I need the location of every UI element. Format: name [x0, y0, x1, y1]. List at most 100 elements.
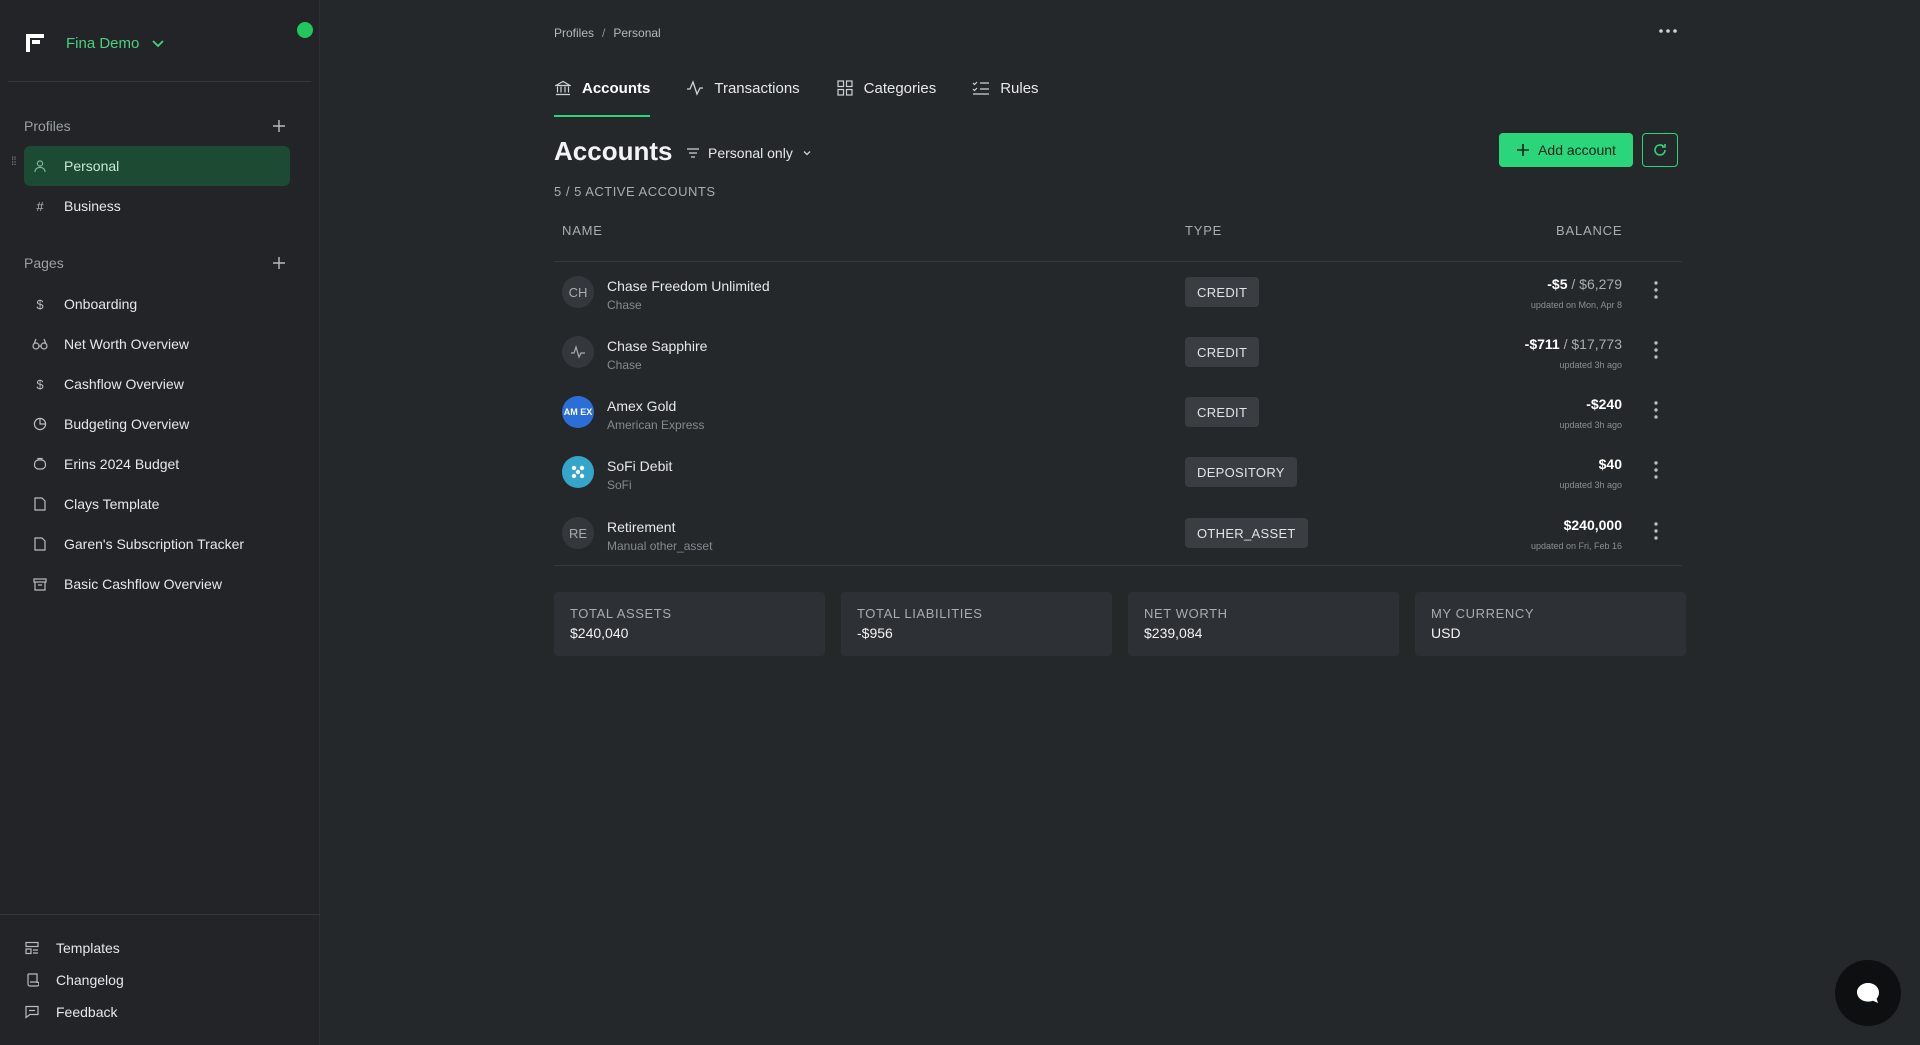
table-divider: [554, 565, 1682, 566]
updated-timestamp: updated 3h ago: [1559, 360, 1622, 370]
sidebar-item-personal[interactable]: Personal: [24, 146, 290, 186]
account-balance: $240,000: [1564, 517, 1622, 533]
tab-accounts[interactable]: Accounts: [554, 72, 651, 117]
account-institution: SoFi: [607, 478, 632, 492]
account-type-badge: CREDIT: [1185, 277, 1260, 307]
refresh-button[interactable]: [1642, 133, 1678, 167]
summary-card-total-assets: TOTAL ASSETS $240,040: [554, 592, 825, 656]
drag-handle-icon[interactable]: ⁞⁞: [11, 155, 21, 173]
plus-icon: [1517, 144, 1530, 156]
user-icon: [32, 158, 48, 174]
updated-timestamp: updated 3h ago: [1559, 480, 1622, 490]
workspace-switcher[interactable]: Fina Demo: [8, 14, 311, 72]
sidebar-item-cashflow-overview[interactable]: $ Cashflow Overview: [24, 364, 290, 404]
sidebar-item-basic-cashflow-overview[interactable]: Basic Cashflow Overview: [24, 564, 290, 604]
account-name: Amex Gold: [607, 398, 677, 414]
divider: [8, 81, 311, 82]
sidebar-item-label: Clays Template: [64, 496, 160, 512]
sidebar-item-label: Budgeting Overview: [64, 416, 190, 432]
account-avatar: RE: [562, 517, 594, 549]
profiles-section-header: Profiles: [24, 114, 290, 138]
row-menu-button[interactable]: [1646, 400, 1666, 424]
credit-limit: $17,773: [1571, 336, 1622, 352]
add-account-button[interactable]: Add account: [1499, 133, 1633, 167]
breadcrumb-link-profiles[interactable]: Profiles: [554, 26, 594, 40]
updated-timestamp: updated on Fri, Feb 16: [1530, 541, 1622, 551]
balance-separator: /: [1571, 276, 1580, 292]
scroll-icon: [24, 972, 40, 988]
summary-card-net-worth: NET WORTH $239,084: [1128, 592, 1399, 656]
tab-transactions[interactable]: Transactions: [686, 72, 800, 104]
more-vertical-icon: [1654, 522, 1658, 540]
chevron-down-icon: [801, 146, 815, 160]
sidebar-item-onboarding[interactable]: $ Onboarding: [24, 284, 290, 324]
profile-filter-dropdown[interactable]: Personal only: [686, 145, 815, 161]
sofi-logo: [562, 456, 594, 488]
page-title: Accounts: [554, 136, 673, 166]
account-type-badge: CREDIT: [1185, 397, 1260, 427]
add-page-button[interactable]: [268, 252, 290, 274]
table-row[interactable]: RE Retirement Manual other_asset OTHER_A…: [554, 503, 1682, 563]
more-vertical-icon: [1654, 281, 1658, 299]
sidebar: Fina Demo Profiles ⁞⁞ Personal # Busines…: [0, 0, 320, 1045]
summary-value: -$956: [857, 625, 893, 641]
amex-logo: AM EX: [562, 396, 594, 428]
tab-label: Transactions: [714, 79, 800, 97]
account-name: Retirement: [607, 519, 676, 535]
filter-label: Personal only: [708, 145, 793, 161]
add-profile-button[interactable]: [268, 115, 290, 137]
table-row[interactable]: Chase Sapphire Chase CREDIT -$711 / $17,…: [554, 322, 1682, 382]
footer-item-label: Changelog: [56, 972, 124, 988]
updated-timestamp: updated on Mon, Apr 8: [1530, 300, 1622, 310]
sidebar-item-label: Business: [64, 198, 121, 214]
sidebar-item-net-worth-overview[interactable]: Net Worth Overview: [24, 324, 290, 364]
account-type-badge: DEPOSITORY: [1185, 457, 1297, 487]
sidebar-item-feedback[interactable]: Feedback: [24, 1000, 117, 1024]
tab-label: Categories: [863, 79, 937, 97]
tab-categories[interactable]: Categories: [836, 72, 937, 104]
summary-label: TOTAL LIABILITIES: [857, 606, 983, 621]
workspace-name: Fina Demo: [66, 34, 140, 52]
more-vertical-icon: [1654, 401, 1658, 419]
summary-label: NET WORTH: [1144, 606, 1228, 621]
row-menu-button[interactable]: [1646, 280, 1666, 304]
activity-icon: [571, 345, 585, 359]
row-menu-button[interactable]: [1646, 521, 1666, 545]
table-row[interactable]: SoFi Debit SoFi DEPOSITORY $40 updated 3…: [554, 442, 1682, 502]
row-menu-button[interactable]: [1646, 460, 1666, 484]
piggy-icon: [32, 456, 48, 472]
sidebar-item-erins-2024-budget[interactable]: Erins 2024 Budget: [24, 444, 290, 484]
pages-section-header: Pages: [24, 251, 290, 275]
sidebar-item-business[interactable]: # Business: [24, 186, 290, 226]
sidebar-item-garens-subscription-tracker[interactable]: Garen's Subscription Tracker: [24, 524, 290, 564]
account-balance: -$240: [1586, 396, 1622, 412]
table-row[interactable]: AM EX Amex Gold American Express CREDIT …: [554, 382, 1682, 442]
pages-header-label: Pages: [24, 255, 64, 271]
account-name: Chase Sapphire: [607, 338, 708, 354]
tab-rules[interactable]: Rules: [972, 72, 1039, 104]
account-balance: -$5 / $6,279: [1547, 276, 1622, 292]
summary-value: USD: [1431, 625, 1461, 641]
sidebar-item-budgeting-overview[interactable]: Budgeting Overview: [24, 404, 290, 444]
table-row[interactable]: CH Chase Freedom Unlimited Chase CREDIT …: [554, 262, 1682, 322]
account-type-badge: CREDIT: [1185, 337, 1260, 367]
footer-item-label: Feedback: [56, 1004, 118, 1020]
sidebar-item-changelog[interactable]: Changelog: [24, 968, 124, 992]
add-account-label: Add account: [1538, 142, 1616, 158]
breadcrumb-separator: /: [602, 26, 606, 40]
sidebar-item-clays-template[interactable]: Clays Template: [24, 484, 290, 524]
account-balance: -$711 / $17,773: [1525, 336, 1622, 352]
sidebar-item-templates[interactable]: Templates: [24, 936, 120, 960]
credit-limit: $6,279: [1579, 276, 1622, 292]
updated-timestamp: updated 3h ago: [1559, 420, 1622, 430]
profiles-header-label: Profiles: [24, 118, 71, 134]
more-options-button[interactable]: [1656, 22, 1680, 46]
grid-icon: [836, 79, 854, 97]
summary-card-total-liabilities: TOTAL LIABILITIES -$956: [841, 592, 1112, 656]
chat-support-button[interactable]: [1835, 960, 1901, 1026]
account-type-badge: OTHER_ASSET: [1185, 518, 1308, 548]
row-menu-button[interactable]: [1646, 340, 1666, 364]
balance-value: $240,000: [1563, 517, 1622, 533]
balance-value: -$5: [1547, 276, 1568, 292]
tab-bar: Accounts Transactions Categories Rules: [554, 72, 1075, 118]
